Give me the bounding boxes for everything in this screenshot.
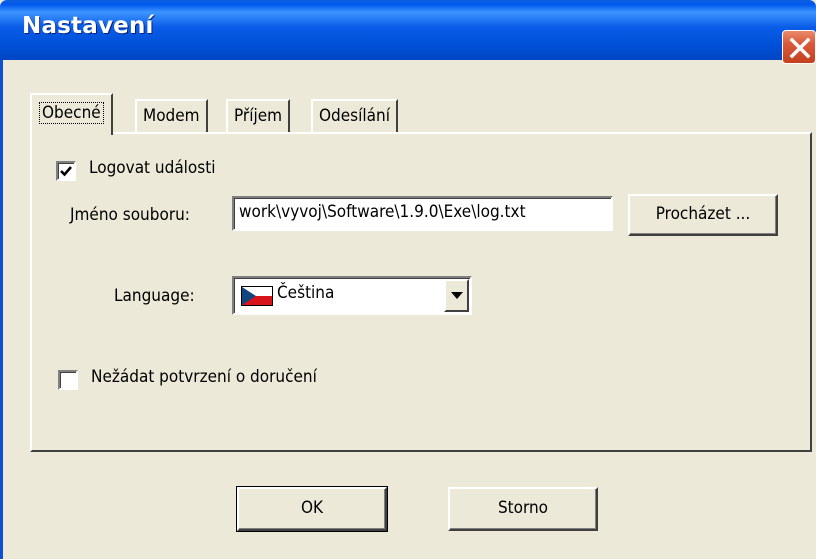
log-events-label: Logovat události — [89, 158, 216, 178]
no-delivery-receipt-checkbox[interactable] — [58, 370, 78, 390]
cancel-button[interactable]: Storno — [448, 487, 598, 531]
window-title: Nastavení — [22, 13, 154, 39]
close-icon — [789, 37, 811, 59]
tab-obecne[interactable]: Obecné — [30, 93, 113, 135]
tab-odesilani[interactable]: Odesílání — [311, 99, 398, 133]
no-delivery-receipt-label: Nežádat potvrzení o doručení — [91, 367, 317, 387]
browse-button[interactable]: Procházet ... — [628, 194, 778, 236]
dropdown-button[interactable] — [444, 279, 469, 312]
tab-modem[interactable]: Modem — [135, 99, 208, 133]
file-name-input[interactable]: work\vyvoj\Software\1.9.0\Exe\log.txt — [232, 196, 613, 231]
language-selected-value: Čeština — [277, 283, 335, 303]
file-name-label: Jméno souboru: — [70, 205, 190, 225]
checkmark-icon — [60, 166, 72, 177]
tab-label: Odesílání — [319, 106, 390, 126]
tab-label: Obecné — [39, 102, 104, 124]
tab-prijem[interactable]: Příjem — [226, 99, 291, 133]
title-bar: Nastavení — [0, 0, 816, 60]
tab-label: Modem — [143, 106, 200, 126]
language-label: Language: — [114, 286, 195, 306]
close-button[interactable] — [782, 30, 816, 64]
language-select[interactable]: Čeština — [232, 276, 472, 315]
chevron-down-icon — [451, 292, 463, 299]
log-events-checkbox[interactable] — [56, 161, 76, 181]
ok-button[interactable]: OK — [236, 486, 388, 532]
window-frame — [0, 60, 3, 559]
tab-label: Příjem — [234, 106, 283, 126]
czech-flag-icon — [241, 286, 273, 306]
